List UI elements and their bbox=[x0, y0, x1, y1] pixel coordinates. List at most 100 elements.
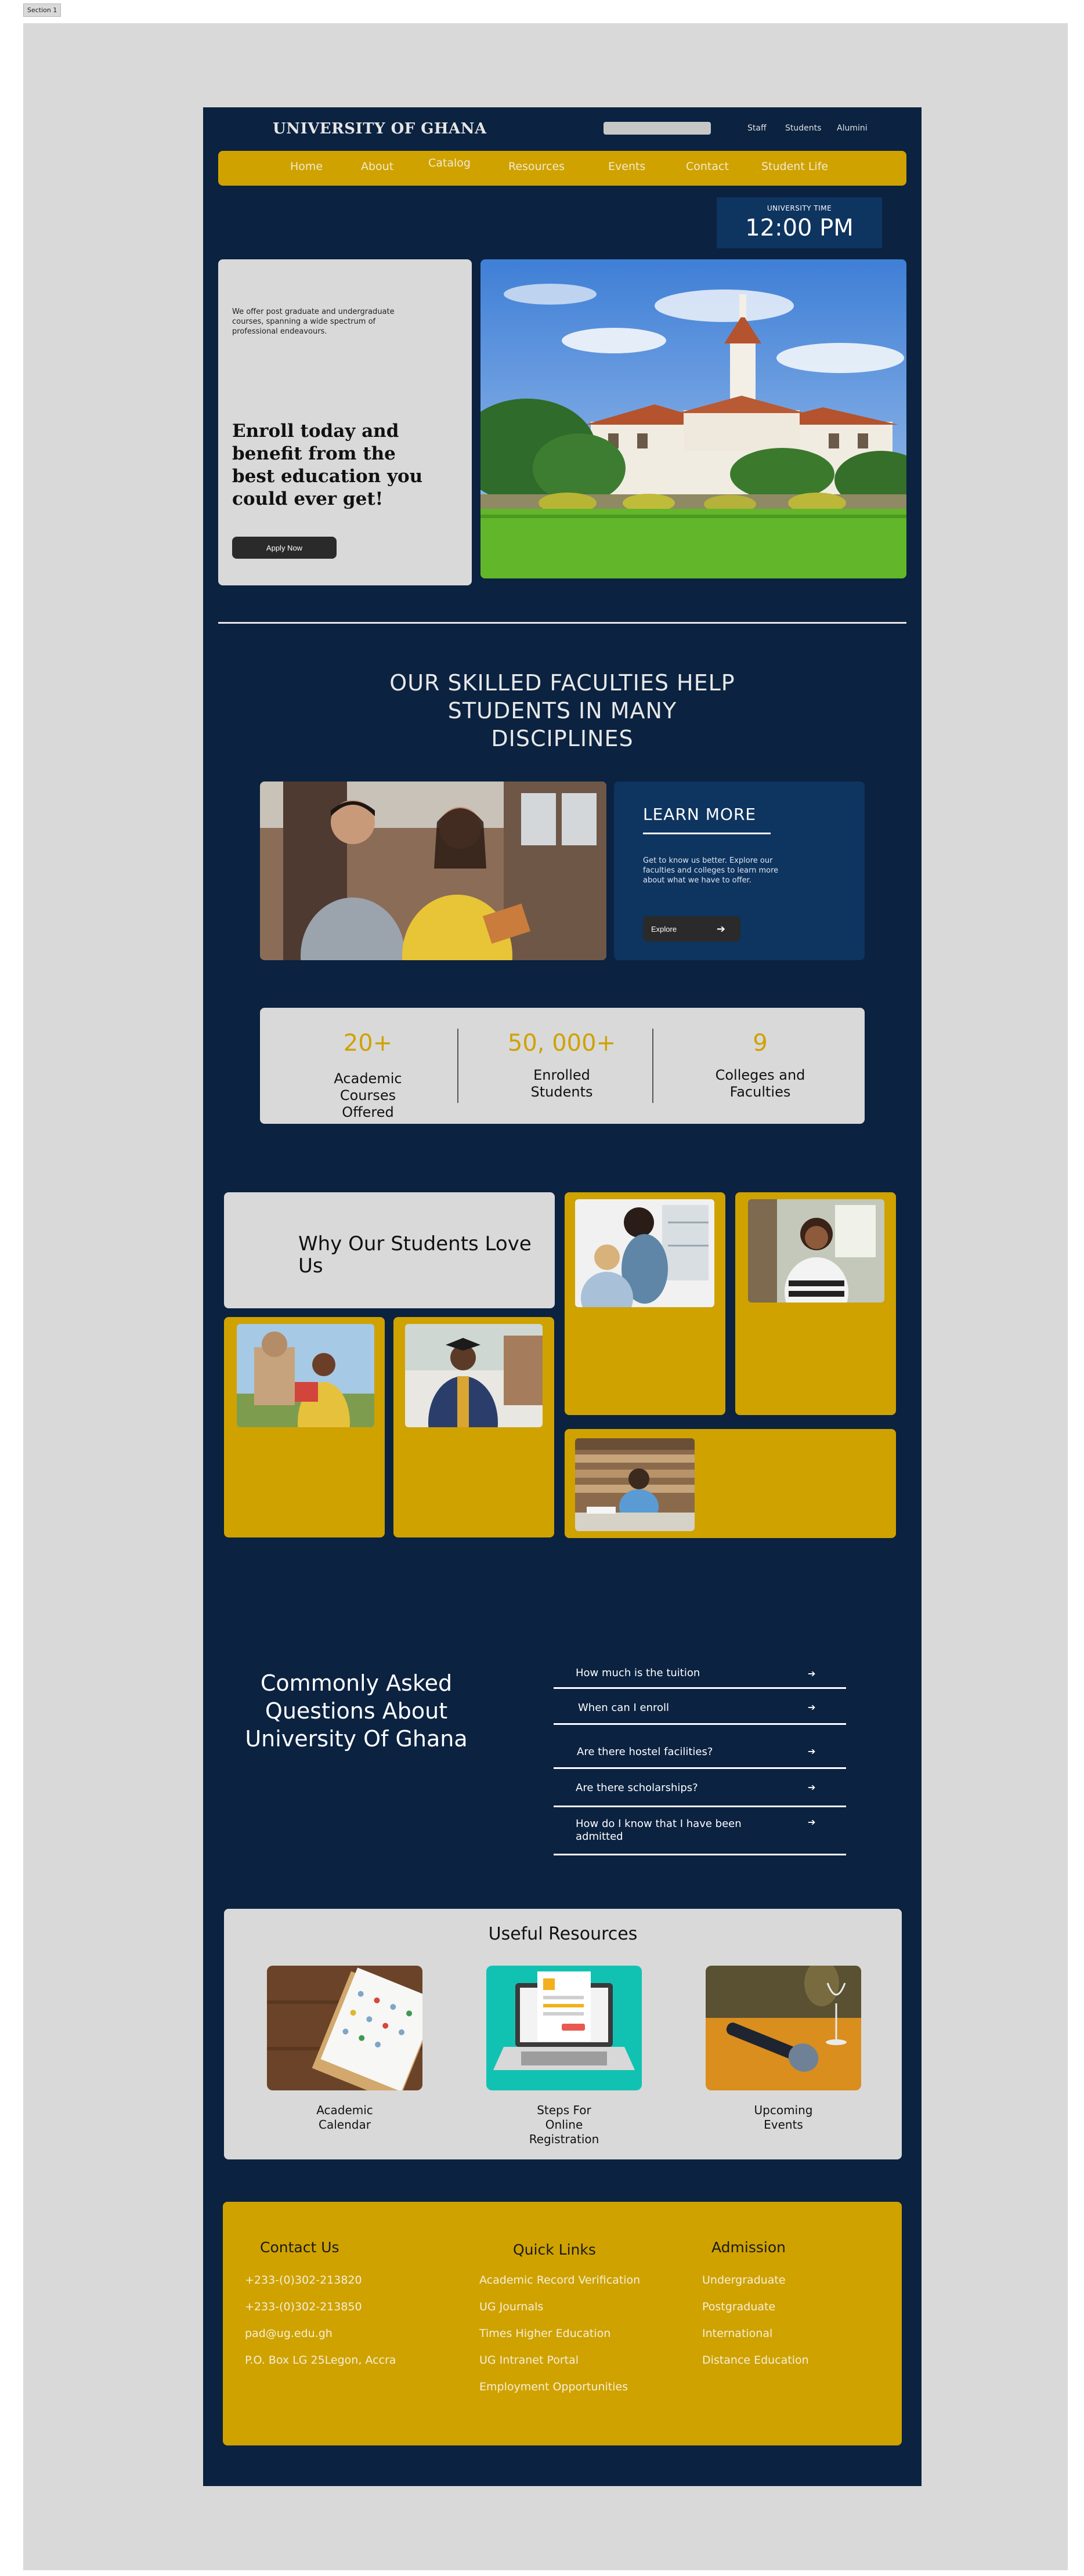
section-tag: Section 1 bbox=[23, 3, 62, 17]
learn-more-card: LEARN MORE Get to know us better. Explor… bbox=[614, 782, 865, 960]
faq-question: Are there hostel facilities? bbox=[577, 1746, 713, 1758]
student-photo bbox=[237, 1324, 374, 1427]
learn-more-title: LEARN MORE bbox=[643, 805, 757, 824]
arrow-right-icon: ➔ bbox=[716, 923, 725, 935]
footer-link[interactable]: Academic Record Verification bbox=[479, 2274, 640, 2286]
stat-courses: 20+ Academic Courses Offered bbox=[281, 1030, 455, 1121]
footer-address: P.O. Box LG 25Legon, Accra bbox=[245, 2354, 396, 2367]
library-photo bbox=[575, 1438, 695, 1531]
toplink-staff[interactable]: Staff bbox=[747, 124, 767, 133]
resource-label: Upcoming Events bbox=[754, 2103, 813, 2132]
stat-students: 50, 000+ Enrolled Students bbox=[475, 1030, 649, 1101]
faq-question: Are there scholarships? bbox=[576, 1782, 698, 1794]
stat-value: 20+ bbox=[343, 1030, 393, 1057]
clock-time: 12:00 PM bbox=[745, 215, 854, 241]
nav-about[interactable]: About bbox=[361, 160, 393, 173]
toplink-alumni[interactable]: Alumini bbox=[837, 124, 868, 133]
lab-photo bbox=[575, 1199, 714, 1307]
nav-contact[interactable]: Contact bbox=[686, 160, 729, 173]
explore-label: Explore bbox=[651, 924, 677, 934]
faq-item[interactable]: When can I enroll ➔ bbox=[554, 1696, 846, 1725]
nav-resources[interactable]: Resources bbox=[508, 160, 565, 173]
gallery-tile bbox=[565, 1429, 896, 1538]
canvas-frame: UNIVERSITY OF GHANA Staff Students Alumi… bbox=[23, 23, 1068, 2570]
laptop-illustration bbox=[486, 1966, 642, 2090]
search-input[interactable] bbox=[604, 122, 711, 135]
faq-question: How do I know that I have been admitted bbox=[576, 1818, 742, 1843]
apply-now-button[interactable]: Apply Now bbox=[232, 537, 337, 559]
useful-resources: Useful Resources Academic Calendar Steps… bbox=[224, 1909, 902, 2159]
footer-email[interactable]: pad@ug.edu.gh bbox=[245, 2327, 333, 2340]
nav-catalog[interactable]: Catalog bbox=[428, 157, 471, 169]
stat-label: Academic Courses Offered bbox=[334, 1070, 402, 1120]
footer-link[interactable]: Employment Opportunities bbox=[479, 2380, 628, 2393]
footer-phone-1[interactable]: +233-(0)302-213820 bbox=[245, 2274, 362, 2286]
resource-academic-calendar[interactable]: Academic Calendar bbox=[267, 1966, 422, 2132]
arrow-right-icon: ➔ bbox=[808, 1782, 816, 1793]
nav-student-life[interactable]: Student Life bbox=[761, 160, 828, 173]
resource-online-registration[interactable]: Steps For Online Registration bbox=[486, 1966, 642, 2147]
footer-quick-links-title: Quick Links bbox=[513, 2241, 596, 2258]
university-clock: UNIVERSITY TIME 12:00 PM bbox=[717, 197, 882, 248]
learn-more-text: Get to know us better. Explore our facul… bbox=[643, 856, 779, 885]
stat-value: 50, 000+ bbox=[507, 1030, 616, 1057]
stat-divider bbox=[652, 1029, 653, 1103]
webpage: UNIVERSITY OF GHANA Staff Students Alumi… bbox=[203, 107, 922, 2486]
arrow-right-icon: ➔ bbox=[808, 1817, 816, 1828]
faq-question: When can I enroll bbox=[578, 1702, 669, 1714]
footer-contact-title: Contact Us bbox=[260, 2239, 339, 2256]
arrow-right-icon: ➔ bbox=[808, 1702, 816, 1713]
hero-blurb: We offer post graduate and undergraduate… bbox=[232, 307, 395, 336]
footer-link[interactable]: International bbox=[702, 2327, 772, 2340]
footer-admission-title: Admission bbox=[711, 2239, 786, 2256]
student-portrait-photo bbox=[748, 1199, 884, 1303]
nav-events[interactable]: Events bbox=[608, 160, 645, 173]
campus-photo bbox=[480, 259, 906, 578]
resource-label: Academic Calendar bbox=[316, 2103, 373, 2132]
arrow-right-icon: ➔ bbox=[808, 1668, 816, 1679]
gallery-tile bbox=[224, 1317, 385, 1537]
footer-link[interactable]: Postgraduate bbox=[702, 2300, 775, 2313]
why-love-title: Why Our Students Love Us bbox=[298, 1232, 532, 1278]
event-microphone-photo bbox=[706, 1966, 861, 2090]
gallery-tile bbox=[565, 1192, 725, 1415]
section-divider bbox=[218, 622, 906, 624]
title-underline bbox=[643, 833, 771, 834]
stat-label: Colleges and Faculties bbox=[715, 1067, 805, 1100]
stat-value: 9 bbox=[753, 1030, 768, 1057]
footer-link[interactable]: Distance Education bbox=[702, 2354, 809, 2367]
students-photo bbox=[260, 782, 606, 960]
toplink-students[interactable]: Students bbox=[785, 124, 821, 133]
footer-link[interactable]: UG Intranet Portal bbox=[479, 2354, 579, 2367]
calendar-photo bbox=[267, 1966, 422, 2090]
gallery-tile bbox=[735, 1192, 896, 1415]
resource-upcoming-events[interactable]: Upcoming Events bbox=[706, 1966, 861, 2132]
nav-home[interactable]: Home bbox=[290, 160, 323, 173]
stat-label: Enrolled Students bbox=[530, 1067, 593, 1100]
faculties-heading: OUR SKILLED FACULTIES HELP STUDENTS IN M… bbox=[389, 670, 735, 751]
faq-item[interactable]: How do I know that I have been admitted … bbox=[554, 1813, 846, 1855]
faq-title: Commonly Asked Questions About Universit… bbox=[245, 1670, 468, 1752]
hero-card: We offer post graduate and undergraduate… bbox=[218, 259, 472, 585]
stats-panel: 20+ Academic Courses Offered 50, 000+ En… bbox=[260, 1008, 865, 1124]
arrow-right-icon: ➔ bbox=[808, 1746, 816, 1757]
stat-colleges: 9 Colleges and Faculties bbox=[673, 1030, 847, 1101]
faq-item[interactable]: How much is the tuition ➔ bbox=[554, 1660, 846, 1689]
resource-label: Steps For Online Registration bbox=[529, 2103, 599, 2146]
gallery-tile bbox=[393, 1317, 554, 1537]
footer-link[interactable]: Undergraduate bbox=[702, 2274, 786, 2286]
main-nav: Home About Catalog Resources Events Cont… bbox=[218, 151, 906, 186]
stat-divider bbox=[457, 1029, 458, 1103]
hero-title: Enroll today and benefit from the best e… bbox=[232, 421, 423, 509]
footer-link[interactable]: UG Journals bbox=[479, 2300, 543, 2313]
graduate-photo bbox=[405, 1324, 543, 1427]
footer-link[interactable]: Times Higher Education bbox=[479, 2327, 610, 2340]
faq-item[interactable]: Are there scholarships? ➔ bbox=[554, 1777, 846, 1807]
resources-title: Useful Resources bbox=[488, 1924, 638, 1944]
footer-phone-2[interactable]: +233-(0)302-213850 bbox=[245, 2300, 362, 2313]
faq-item[interactable]: Are there hostel facilities? ➔ bbox=[554, 1732, 846, 1769]
site-footer: Contact Us +233-(0)302-213820 +233-(0)30… bbox=[223, 2202, 902, 2445]
site-logo[interactable]: UNIVERSITY OF GHANA bbox=[273, 120, 487, 138]
explore-button[interactable]: Explore ➔ bbox=[643, 916, 740, 942]
faq-question: How much is the tuition bbox=[576, 1667, 700, 1679]
